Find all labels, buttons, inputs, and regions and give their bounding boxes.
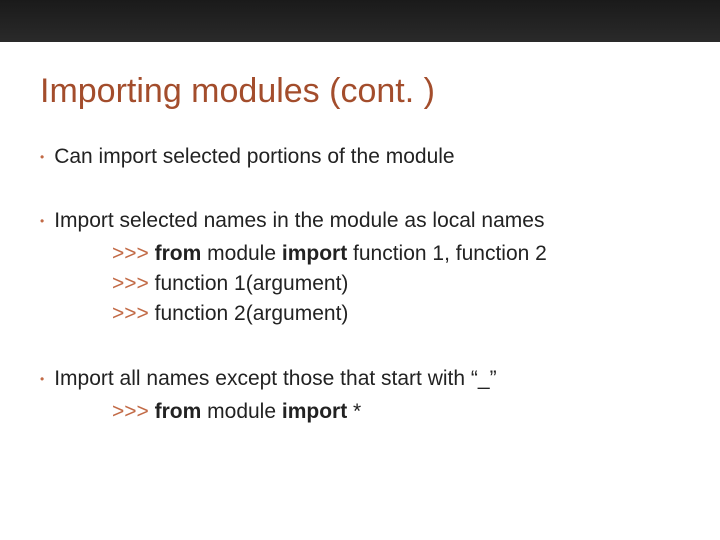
- prompt-text: >>>: [112, 242, 155, 265]
- prompt-text: >>>: [112, 302, 155, 325]
- keyword: import: [282, 400, 347, 423]
- bullet-3: • Import all names except those that sta…: [40, 365, 680, 427]
- slide-content: Importing modules (cont. ) • Can import …: [0, 42, 720, 427]
- prompt-text: >>>: [112, 400, 155, 423]
- bullet-icon: •: [40, 365, 44, 393]
- code-text: function 1, function 2: [347, 242, 547, 265]
- code-text: *: [347, 400, 361, 423]
- keyword: from: [155, 400, 202, 423]
- bullet-2: • Import selected names in the module as…: [40, 207, 680, 329]
- bullet-icon: •: [40, 207, 44, 235]
- bullet-icon: •: [40, 143, 44, 171]
- code-line: >>> function 2(argument): [112, 299, 680, 329]
- code-text: module: [201, 400, 282, 423]
- keyword: import: [282, 242, 347, 265]
- code-line: >>> from module import *: [112, 397, 680, 427]
- bullet-text: Import all names except those that start…: [54, 365, 496, 393]
- bullet-1: • Can import selected portions of the mo…: [40, 143, 680, 171]
- code-text: function 2(argument): [155, 302, 349, 325]
- code-text: function 1(argument): [155, 272, 349, 295]
- prompt-text: >>>: [112, 272, 155, 295]
- code-line: >>> function 1(argument): [112, 269, 680, 299]
- code-text: module: [201, 242, 282, 265]
- bullet-text: Import selected names in the module as l…: [54, 207, 544, 235]
- code-line: >>> from module import function 1, funct…: [112, 239, 680, 269]
- bullet-text: Can import selected portions of the modu…: [54, 143, 454, 171]
- slide-title: Importing modules (cont. ): [40, 72, 680, 111]
- title-bar: [0, 0, 720, 42]
- keyword: from: [155, 242, 202, 265]
